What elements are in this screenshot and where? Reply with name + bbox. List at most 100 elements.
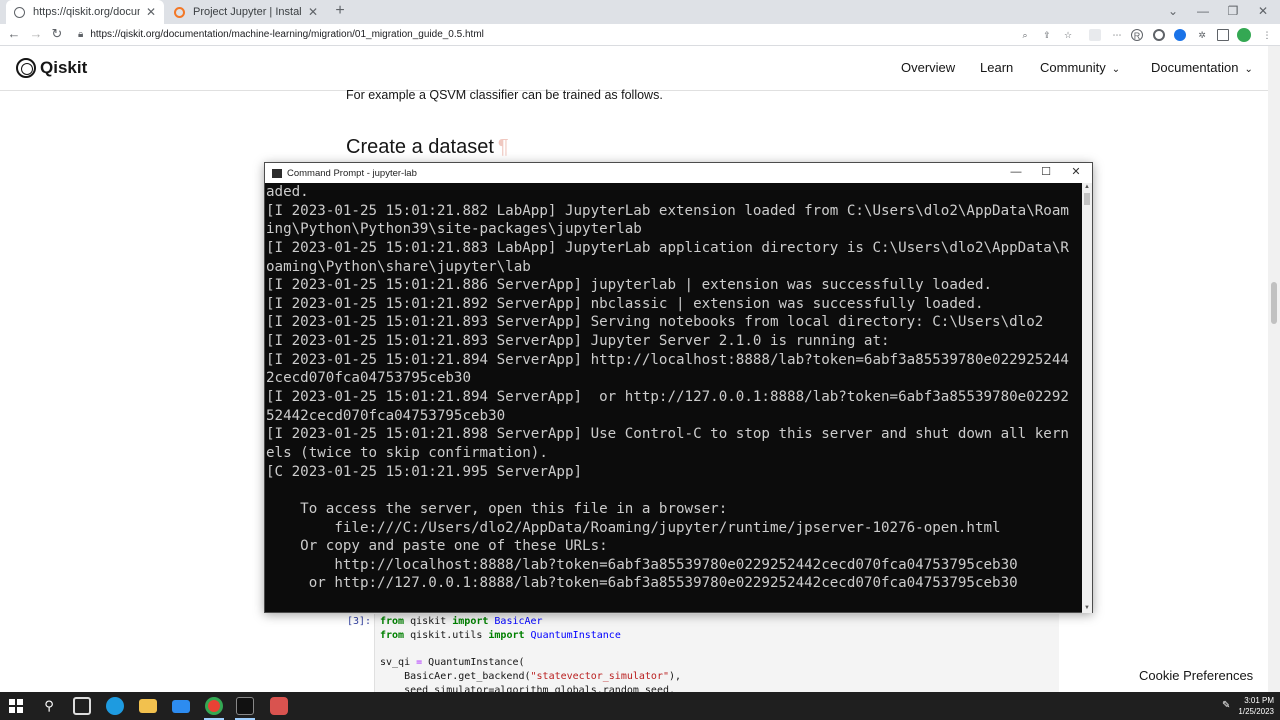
tab-jupyter[interactable]: Project Jupyter | Installing Jupyter ✕ (166, 0, 326, 24)
qiskit-logo[interactable]: Qiskit (16, 58, 87, 78)
browser-tab-bar: https://qiskit.org/documentation/machine… (0, 0, 1280, 24)
terminal-line: [I 2023-01-25 15:01:21.893 ServerApp] Ju… (266, 333, 890, 350)
terminal-line: 2cecd070fca04753795ceb30 (266, 370, 471, 387)
heading-text: Create a dataset (346, 136, 494, 158)
profile-avatar[interactable] (1237, 28, 1251, 42)
back-icon[interactable]: ← (5, 25, 23, 43)
scroll-up-arrow-icon[interactable]: ▲ (1082, 183, 1092, 192)
code-line: sv_qi = QuantumInstance( (380, 657, 525, 668)
chevron-down-icon: ⌄ (1244, 64, 1253, 75)
edge-icon[interactable] (106, 697, 124, 715)
clock-time: 3:01 PM (1244, 696, 1274, 705)
zoom-icon[interactable]: ⌕ (1019, 29, 1031, 41)
cookie-preferences-link[interactable]: Cookie Preferences (1139, 668, 1253, 683)
minimize-button[interactable]: — (1188, 0, 1218, 24)
terminal-line: [I 2023-01-25 15:01:21.892 ServerApp] nb… (266, 295, 984, 312)
cmd-maximize-button[interactable]: ☐ (1031, 163, 1061, 183)
logo-text: Qiskit (40, 58, 88, 77)
terminal-line: [I 2023-01-25 15:01:21.898 ServerApp] Us… (266, 426, 1069, 443)
globe-icon (14, 6, 25, 18)
extension-icon[interactable]: ⋯ (1111, 29, 1123, 41)
cell-prompt: [3]: (347, 616, 372, 627)
nav-overview[interactable]: Overview (901, 60, 955, 75)
close-tab-icon[interactable]: ✕ (146, 5, 156, 19)
sidepanel-icon[interactable] (1217, 29, 1229, 41)
terminal-line: Or copy and paste one of these URLs: (266, 538, 608, 555)
mail-icon[interactable] (172, 700, 190, 713)
terminal-line: aded. (266, 184, 309, 200)
section-heading: Create a dataset ¶ (346, 136, 509, 159)
terminal-line: [C 2023-01-25 15:01:21.995 ServerApp] (266, 463, 583, 480)
clock-date: 1/25/2023 (1238, 707, 1274, 716)
terminal-line: or http://127.0.0.1:8888/lab?token=6abf3… (266, 575, 1018, 592)
terminal-line: http://localhost:8888/lab?token=6abf3a85… (266, 556, 1018, 573)
terminal-line: 52442cecd070fca04753795ceb30 (266, 407, 506, 424)
system-clock[interactable]: 3:01 PM 1/25/2023 (1238, 695, 1274, 717)
qiskit-logo-icon (16, 58, 36, 78)
scroll-down-arrow-icon[interactable]: ▼ (1082, 604, 1092, 613)
command-prompt-icon[interactable] (236, 697, 254, 715)
heading-anchor-link[interactable]: ¶ (498, 136, 509, 158)
lock-icon: 🔒︎ (78, 29, 84, 40)
search-icon[interactable]: ⚲ (40, 697, 58, 715)
pen-icon[interactable]: ✎ (1222, 700, 1230, 711)
terminal-line: ing\Python\Python39\site-packages\jupyte… (266, 221, 642, 238)
cmd-close-button[interactable]: ✕ (1061, 163, 1091, 183)
terminal-line: To access the server, open this file in … (266, 500, 728, 517)
cmd-scrollbar-thumb[interactable] (1084, 193, 1090, 205)
terminal-line: [I 2023-01-25 15:01:21.893 ServerApp] Se… (266, 314, 1044, 331)
address-bar[interactable]: 🔒︎ https://qiskit.org/documentation/mach… (78, 25, 1266, 44)
extension-icon[interactable] (1089, 29, 1101, 41)
extension-r-icon[interactable]: R (1131, 29, 1143, 41)
share-icon[interactable]: ⇪ (1041, 29, 1053, 41)
url-text: https://qiskit.org/documentation/machine… (90, 29, 484, 40)
bookmark-star-icon[interactable]: ☆ (1062, 29, 1074, 41)
tab-title: https://qiskit.org/documentation/machine… (33, 6, 140, 18)
nav-community[interactable]: Community ⌄ (1040, 60, 1120, 75)
windows-logo (9, 699, 23, 713)
cmd-title-bar[interactable]: Command Prompt - jupyter-lab (265, 163, 1092, 183)
terminal-output[interactable]: aded. [I 2023-01-25 15:01:21.882 LabApp]… (266, 183, 1081, 613)
puzzle-icon[interactable]: ✲ (1196, 29, 1208, 41)
jupyter-icon (174, 6, 185, 18)
cmd-app-icon (272, 168, 282, 178)
close-window-button[interactable]: ✕ (1248, 0, 1278, 24)
page-scrollbar-thumb[interactable] (1271, 282, 1277, 324)
taskbar: ⚲ ✎ 3:01 PM 1/25/2023 (0, 692, 1280, 720)
chrome-icon[interactable] (205, 697, 223, 715)
terminal-line: [I 2023-01-25 15:01:21.886 ServerApp] ju… (266, 277, 993, 294)
store-icon[interactable] (73, 697, 91, 715)
code-line: BasicAer.get_backend("statevector_simula… (380, 671, 682, 682)
app-icon[interactable] (270, 697, 288, 715)
forward-icon[interactable]: → (27, 25, 45, 43)
nav-community-label: Community (1040, 60, 1106, 75)
extension-icon[interactable] (1174, 29, 1186, 41)
close-tab-icon[interactable]: ✕ (308, 5, 318, 19)
cmd-scrollbar[interactable]: ▲ ▼ (1082, 183, 1092, 613)
new-tab-button[interactable]: + (331, 1, 349, 21)
code-line: seed_simulator=algorithm_globals.random_… (380, 685, 676, 692)
terminal-line: [I 2023-01-25 15:01:21.882 LabApp] Jupyt… (266, 202, 1069, 219)
menu-icon[interactable]: ⋮ (1261, 29, 1273, 41)
terminal-line: [I 2023-01-25 15:01:21.894 ServerApp] ht… (266, 351, 1069, 368)
nav-learn[interactable]: Learn (980, 60, 1013, 75)
extension-icon[interactable] (1153, 29, 1165, 41)
chevron-down-icon: ⌄ (1111, 64, 1121, 75)
nav-documentation[interactable]: Documentation ⌄ (1151, 60, 1253, 75)
file-explorer-icon[interactable] (139, 699, 157, 713)
terminal-line: [I 2023-01-25 15:01:21.883 LabApp] Jupyt… (266, 239, 1069, 256)
site-header: Qiskit Overview Learn Community ⌄ Documen… (0, 46, 1268, 91)
intro-text: For example a QSVM classifier can be tra… (346, 88, 663, 102)
reload-icon[interactable]: ↻ (48, 25, 66, 43)
tab-title: Project Jupyter | Installing Jupyter (193, 6, 302, 18)
page-scrollbar[interactable] (1268, 46, 1280, 692)
cmd-minimize-button[interactable]: — (1001, 163, 1031, 183)
windows-start-icon[interactable] (7, 697, 25, 715)
restore-button[interactable]: ❐ (1218, 0, 1248, 24)
command-prompt-window[interactable]: Command Prompt - jupyter-lab — ☐ ✕ aded.… (264, 162, 1093, 613)
code-line: from qiskit.utils import QuantumInstance (380, 630, 621, 641)
code-line: from qiskit import BasicAer (380, 616, 543, 627)
tab-search-icon[interactable]: ⌄ (1158, 0, 1188, 24)
tab-qiskit[interactable]: https://qiskit.org/documentation/machine… (6, 0, 164, 24)
